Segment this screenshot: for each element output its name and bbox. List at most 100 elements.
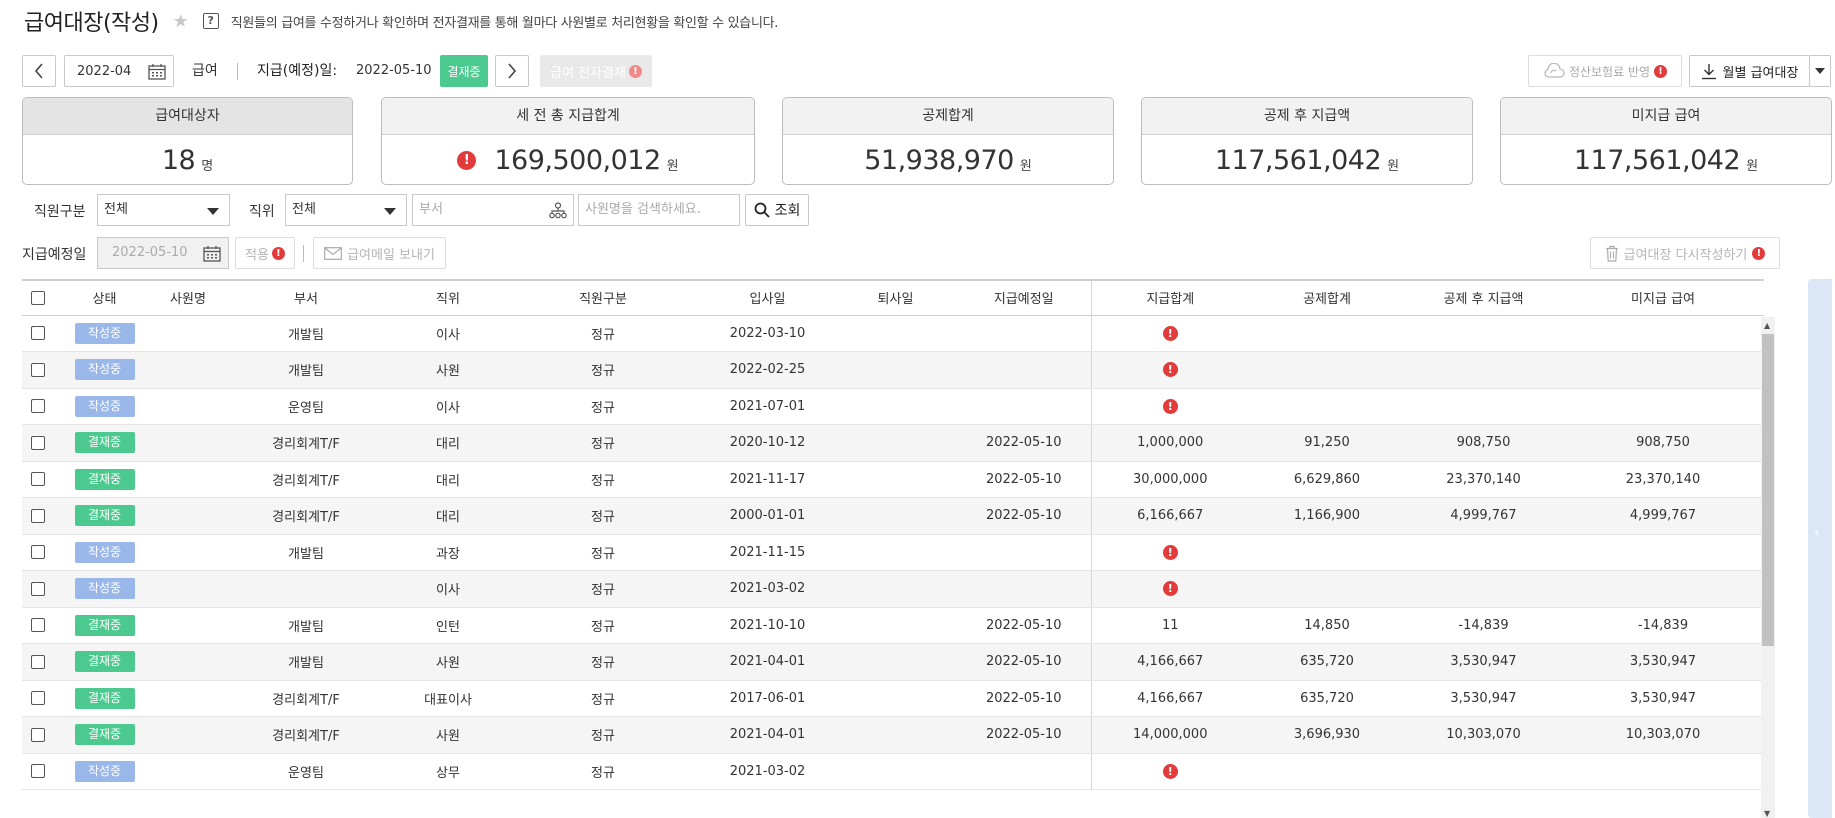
row-checkbox[interactable] [31, 691, 45, 706]
cell-paydate: 2022-05-10 [957, 716, 1091, 754]
row-select-cell[interactable] [22, 643, 54, 681]
column-header[interactable]: 직위 [391, 279, 505, 316]
table-row[interactable]: 작성중 운영팀 이사 정규 2021-07-01! [22, 388, 1764, 425]
scroll-down-arrow-icon[interactable]: ▼ [1764, 809, 1770, 818]
scrollbar-thumb[interactable] [1762, 334, 1774, 646]
dept-input[interactable]: 부서 [412, 194, 574, 226]
column-header[interactable]: 공제합계 [1249, 279, 1405, 316]
table-row[interactable]: 결재중 경리회계T/F 사원 정규 2021-04-01 2022-05-10 14,000… [22, 716, 1764, 754]
e-approval-button[interactable]: 급여 전자결재 ! [540, 55, 652, 87]
alert-icon[interactable]: ! [1162, 763, 1178, 779]
table-row[interactable]: 결재중 경리회계T/F 대리 정규 2021-11-17 2022-05-10 30,000… [22, 461, 1764, 498]
cloud-sync-icon [1544, 63, 1565, 78]
send-salary-mail-button[interactable]: 급여메일 보내기 [313, 237, 446, 269]
cell-emp-type: 정규 [505, 351, 701, 389]
cell-unpaid [1562, 315, 1764, 352]
row-select-cell[interactable] [22, 461, 54, 498]
column-header[interactable]: 상태 [54, 279, 155, 316]
column-header[interactable]: 퇴사일 [834, 279, 957, 316]
favorite-star-icon[interactable]: ★ [173, 11, 189, 32]
row-checkbox[interactable] [31, 654, 45, 669]
employee-name-search-input[interactable]: 사원명을 검색하세요. [578, 194, 740, 226]
row-checkbox[interactable] [31, 435, 45, 450]
alert-icon[interactable]: ! [1162, 325, 1178, 341]
paydate-input[interactable]: 2022-05-10 [97, 237, 229, 269]
column-header[interactable]: 직원구분 [505, 279, 701, 316]
insurance-apply-button[interactable]: 정산보험료 반영 ! [1528, 55, 1682, 87]
status-cell: 작성중 [54, 753, 155, 790]
column-header[interactable]: 지급합계 [1090, 279, 1249, 316]
column-header[interactable]: 입사일 [701, 279, 834, 316]
rewrite-ledger-button[interactable]: 급여대장 다시작성하기 ! [1590, 237, 1780, 269]
table-row[interactable]: 작성중 개발팀 과장 정규 2021-11-15! [22, 534, 1764, 571]
row-select-cell[interactable] [22, 716, 54, 754]
summary-card-value: 169,500,012 [494, 144, 661, 176]
table-row[interactable]: 작성중 이사 정규 2021-03-02! [22, 570, 1764, 608]
monthly-ledger-dropdown-button[interactable] [1809, 55, 1831, 87]
alert-icon[interactable]: ! [1162, 544, 1178, 560]
status-cell: 작성중 [54, 351, 155, 389]
row-checkbox[interactable] [31, 618, 45, 633]
row-select-cell[interactable] [22, 534, 54, 571]
cell-net [1405, 388, 1562, 425]
column-header[interactable]: 공제 후 지급액 [1405, 279, 1562, 316]
next-month-button[interactable] [495, 55, 529, 87]
month-picker[interactable]: 2022-04 [64, 55, 174, 87]
column-header[interactable]: 지급예정일 [957, 279, 1091, 316]
row-select-cell[interactable] [22, 497, 54, 535]
table-row[interactable]: 작성중 개발팀 사원 정규 2022-02-25! [22, 351, 1764, 389]
employee-name-placeholder: 사원명을 검색하세요. [585, 202, 701, 217]
row-checkbox[interactable] [31, 472, 45, 487]
column-header[interactable]: 사원명 [155, 279, 221, 316]
alert-icon[interactable]: ! [1162, 362, 1178, 378]
cell-emp-type: 정규 [505, 607, 701, 644]
row-select-cell[interactable] [22, 424, 54, 462]
row-checkbox[interactable] [31, 508, 45, 523]
cell-emp-type: 정규 [505, 388, 701, 425]
emp-type-select[interactable]: 전체 [97, 194, 230, 226]
row-select-cell[interactable] [22, 753, 54, 790]
row-checkbox[interactable] [31, 362, 45, 377]
summary-card-value: 117,561,042 [1214, 144, 1382, 176]
select-all-cell[interactable] [22, 279, 54, 316]
position-select[interactable]: 전체 [285, 194, 407, 226]
row-checkbox[interactable] [31, 727, 45, 742]
select-all-checkbox[interactable] [31, 290, 45, 305]
table-row[interactable]: 결재중 개발팀 인턴 정규 2021-10-10 2022-05-10 11 14,850 -1… [22, 607, 1764, 644]
table-row[interactable]: 작성중 운영팀 상무 정규 2021-03-02! [22, 753, 1764, 790]
cell-name [155, 570, 221, 608]
cell-position: 사원 [391, 716, 505, 754]
row-select-cell[interactable] [22, 680, 54, 717]
help-icon[interactable]: ? [202, 13, 219, 29]
row-checkbox[interactable] [31, 581, 45, 596]
cell-net: 4,999,767 [1405, 497, 1562, 535]
table-scrollbar[interactable]: ▲ ▼ [1761, 317, 1775, 818]
alert-icon[interactable]: ! [1162, 581, 1178, 597]
side-panel-toggle[interactable]: ‹ [1808, 279, 1832, 818]
column-header[interactable]: 미지급 급여 [1562, 279, 1764, 316]
monthly-ledger-button[interactable]: 월별 급여대장 [1689, 55, 1810, 87]
row-checkbox[interactable] [31, 545, 45, 560]
table-row[interactable]: 결재중 경리회계T/F 대리 정규 2020-10-12 2022-05-10 1,000,… [22, 424, 1764, 462]
status-cell: 결재중 [54, 716, 155, 754]
scroll-up-arrow-icon[interactable]: ▲ [1764, 321, 1770, 330]
apply-paydate-button[interactable]: 적용 ! [235, 237, 295, 269]
table-row[interactable]: 작성중 개발팀 이사 정규 2022-03-10! [22, 315, 1764, 352]
alert-icon[interactable]: ! [1162, 398, 1178, 414]
row-select-cell[interactable] [22, 607, 54, 644]
position-label: 직위 [249, 204, 275, 220]
search-button[interactable]: 조회 [745, 194, 809, 226]
row-select-cell[interactable] [22, 388, 54, 425]
table-row[interactable]: 결재중 개발팀 사원 정규 2021-04-01 2022-05-10 4,166,667 6… [22, 643, 1764, 681]
table-row[interactable]: 결재중 경리회계T/F 대리 정규 2000-01-01 2022-05-10 6,166,… [22, 497, 1764, 535]
row-select-cell[interactable] [22, 570, 54, 608]
cell-unpaid: 4,999,767 [1562, 497, 1764, 535]
row-checkbox[interactable] [31, 399, 45, 414]
column-header[interactable]: 부서 [221, 279, 391, 316]
prev-month-button[interactable] [22, 55, 56, 87]
row-select-cell[interactable] [22, 351, 54, 389]
row-checkbox[interactable] [31, 764, 45, 779]
row-checkbox[interactable] [31, 326, 45, 341]
row-select-cell[interactable] [22, 315, 54, 352]
table-row[interactable]: 결재중 경리회계T/F 대표이사 정규 2017-06-01 2022-05-10 4,16… [22, 680, 1764, 717]
